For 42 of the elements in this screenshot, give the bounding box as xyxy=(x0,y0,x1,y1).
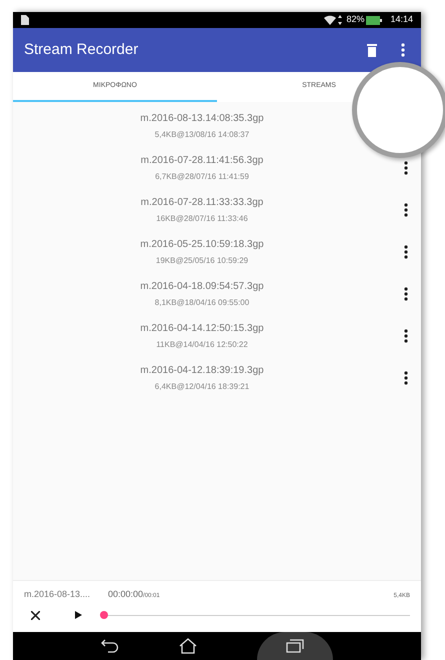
file-details: 19KB@25/05/16 10:59:29 xyxy=(156,255,248,267)
recording-item[interactable]: m.2016-07-28.11:41:56.3gp 6,7KB@28/07/16 11:41:59 xyxy=(13,147,421,189)
file-name: m.2016-04-14.12:50:15.3gp xyxy=(140,322,264,336)
recording-item[interactable]: m.2016-04-14.12:50:15.3gp 11KB@14/04/16 12:50:22 xyxy=(13,315,421,357)
file-name: m.2016-07-28.11:41:56.3gp xyxy=(140,154,264,168)
app-title: Stream Recorder xyxy=(24,40,140,60)
file-name: m.2016-08-13.14:08:35.3gp xyxy=(140,112,264,126)
recording-item[interactable]: m.2016-05-25.10:59:18.3gp 19KB@25/05/16 10:59:29 xyxy=(13,231,421,273)
more-icon[interactable] xyxy=(404,161,408,175)
file-details: 16KB@28/07/16 11:33:46 xyxy=(156,213,248,225)
battery-icon xyxy=(366,16,382,24)
file-details: 8,1KB@18/04/16 09:55:00 xyxy=(154,297,250,309)
trash-icon[interactable] xyxy=(367,44,377,56)
file-name: m.2016-05-25.10:59:18.3gp xyxy=(140,238,264,252)
more-icon[interactable] xyxy=(404,245,408,259)
recording-item[interactable]: m.2016-07-28.11:33:33.3gp 16KB@28/07/16 11:33:46 xyxy=(13,189,421,231)
home-icon[interactable] xyxy=(179,638,197,654)
battery-percent: 82% xyxy=(346,13,364,26)
more-icon[interactable] xyxy=(404,329,408,343)
file-details: 11KB@14/04/16 12:50:22 xyxy=(156,339,248,351)
file-icon xyxy=(21,15,29,25)
more-icon[interactable] xyxy=(404,203,408,217)
recording-item[interactable]: m.2016-04-18.09:54:57.3gp 8,1KB@18/04/16 09:55:00 xyxy=(13,273,421,315)
data-arrows-icon xyxy=(338,15,342,25)
player-position: 00:00:00 xyxy=(108,588,144,601)
file-details: 6,7KB@28/07/16 11:41:59 xyxy=(155,171,249,183)
file-name: m.2016-07-28.11:33:33.3gp xyxy=(140,196,264,210)
file-details: 6,4KB@12/04/16 18:39:21 xyxy=(154,381,250,393)
seek-thumb[interactable] xyxy=(100,611,108,619)
play-icon[interactable] xyxy=(75,611,82,619)
file-details: 5,4KB@13/08/16 14:08:37 xyxy=(154,129,250,141)
player-file-name: m.2016-08-13.... xyxy=(24,588,92,601)
close-icon[interactable] xyxy=(31,610,40,620)
recents-icon xyxy=(286,639,304,653)
back-icon[interactable] xyxy=(101,639,119,653)
more-icon[interactable] xyxy=(401,43,405,57)
file-name: m.2016-04-18.09:54:57.3gp xyxy=(140,280,264,294)
recording-item[interactable]: m.2016-04-12.18:39:19.3gp 6,4KB@12/04/16 18:39:21 xyxy=(13,357,421,399)
file-name: m.2016-04-12.18:39:19.3gp xyxy=(140,364,264,378)
clock: 14:14 xyxy=(390,13,413,26)
more-icon[interactable] xyxy=(404,371,408,385)
more-icon[interactable] xyxy=(404,287,408,301)
